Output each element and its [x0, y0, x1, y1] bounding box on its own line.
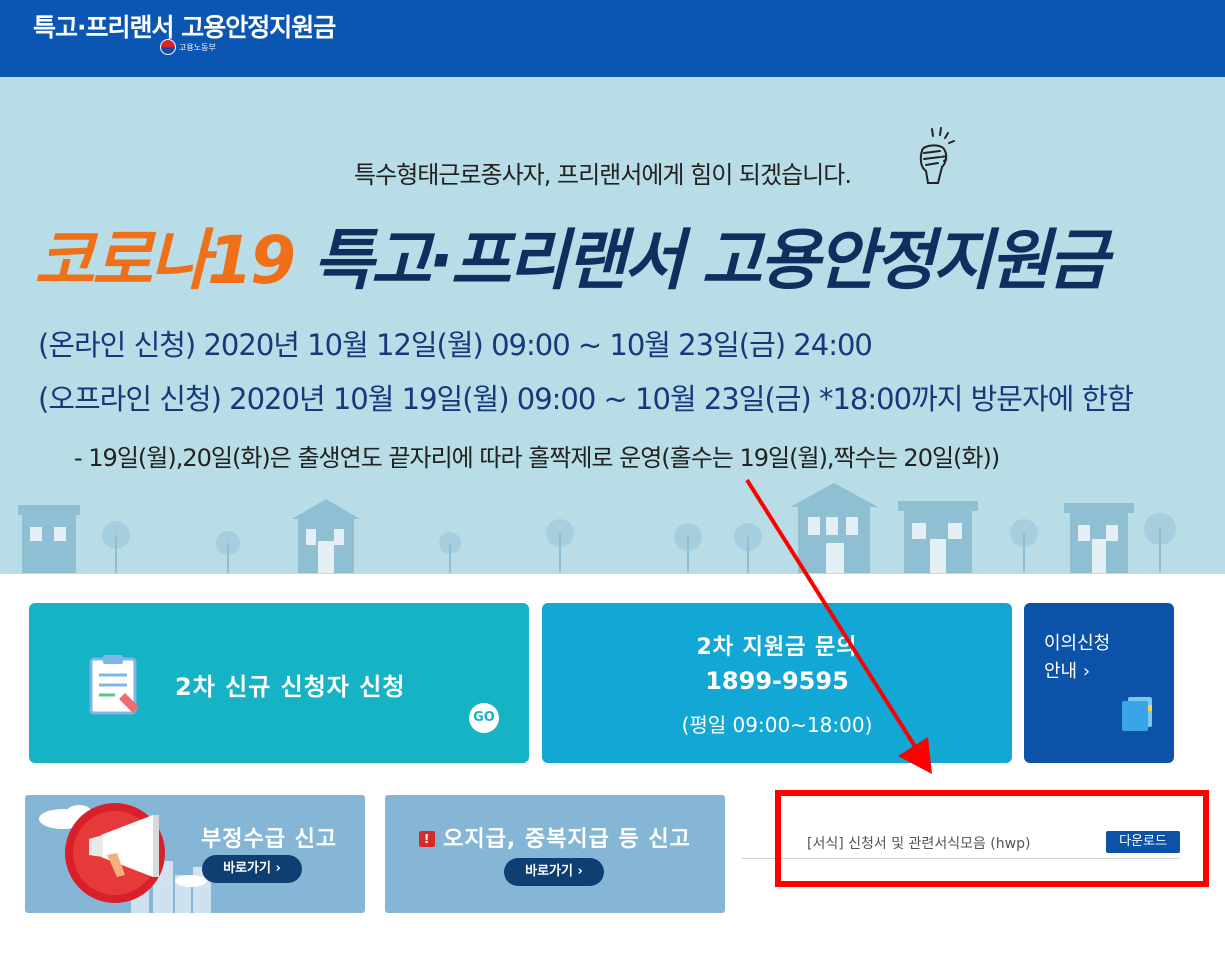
overpayment-report-go-button[interactable]: 바로가기 ›: [504, 858, 604, 886]
appeal-card[interactable]: 이의신청 안내 ›: [1024, 603, 1174, 763]
hero-banner: 특수형태근로종사자, 프리랜서에게 힘이 되겠습니다. 코로나19 특고·프리랜…: [0, 77, 1225, 574]
appeal-guide-link[interactable]: 안내 ›: [1044, 657, 1090, 683]
inquiry-phone: 1899-9595: [705, 667, 849, 695]
warning-icon: !: [419, 831, 436, 847]
ministry-name: 고용노동부: [179, 42, 216, 52]
banner-main-title: 코로나19 특고·프리랜서 고용안정지원금: [34, 207, 1108, 303]
inquiry-hours: (평일 09:00~18:00): [681, 713, 873, 737]
overpayment-report-label: 오지급, 중복지급 등 신고: [443, 827, 691, 852]
apply-label: 2차 신규 신청자 신청: [175, 673, 406, 701]
highlight-box: [775, 790, 1209, 887]
megaphone-icon: [39, 803, 211, 913]
inquiry-card[interactable]: 2차 지원금 문의 1899-9595 (평일 09:00~18:00): [542, 603, 1012, 763]
site-header: 특고·프리랜서 고용안정지원금 고용노동부: [0, 0, 1225, 77]
fist-icon: [919, 127, 955, 184]
banner-tagline: 특수형태근로종사자, 프리랜서에게 힘이 되겠습니다.: [354, 161, 852, 189]
go-button[interactable]: GO: [469, 703, 499, 733]
overpayment-report-card[interactable]: ! 오지급, 중복지급 등 신고 바로가기 ›: [385, 795, 725, 913]
online-period: (온라인 신청) 2020년 10월 12일(월) 09:00 ~ 10월 23…: [38, 328, 873, 362]
title-covid19: 코로나19: [34, 222, 296, 299]
apply-card[interactable]: 2차 신규 신청자 신청 GO: [29, 603, 529, 763]
fraud-report-label: 부정수급 신고: [201, 827, 338, 852]
appeal-title: 이의신청: [1044, 633, 1111, 654]
clipboard-icon: [89, 655, 139, 715]
odd-even-note: - 19일(월),20일(화)은 출생연도 끝자리에 따라 홀짝제로 운영(홀수…: [74, 444, 1000, 472]
fraud-report-card[interactable]: 부정수급 신고 바로가기 ›: [25, 795, 365, 913]
folder-icon: [1122, 697, 1152, 731]
offline-period: (오프라인 신청) 2020년 10월 19일(월) 09:00 ~ 10월 2…: [38, 382, 1134, 416]
title-subsidy: 특고·프리랜서 고용안정지원금: [313, 222, 1108, 299]
town-illustration: [18, 483, 1176, 573]
overpayment-report-title: ! 오지급, 중복지급 등 신고: [385, 821, 725, 853]
inquiry-title: 2차 지원금 문의: [696, 635, 858, 660]
taegeuk-icon: [160, 39, 176, 55]
ministry-logo: 고용노동부: [160, 39, 216, 55]
fraud-report-go-button[interactable]: 바로가기 ›: [202, 855, 302, 883]
